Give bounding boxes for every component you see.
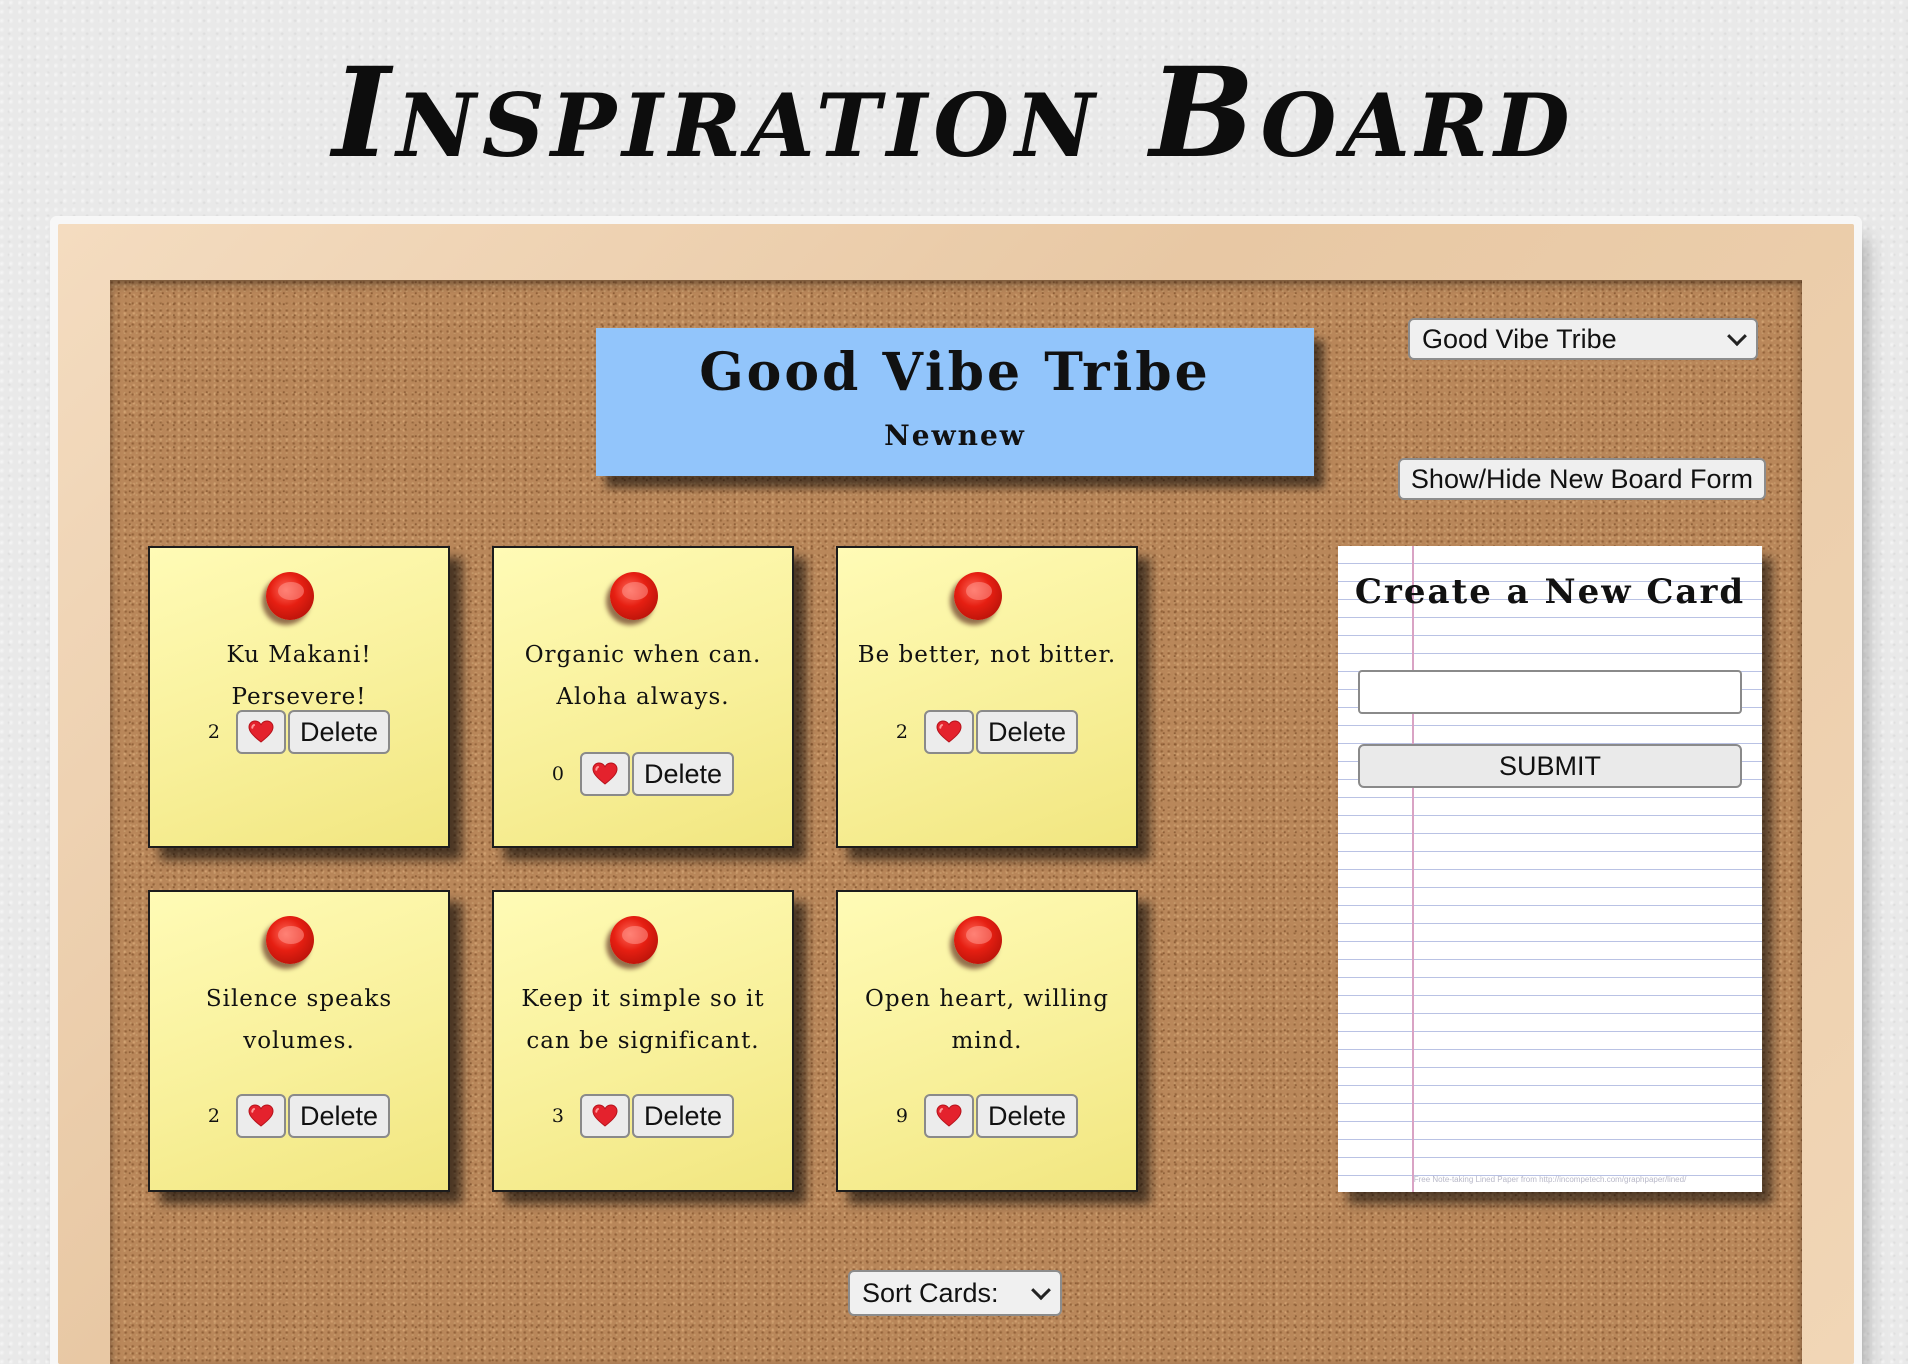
card-controls: 3 Delete <box>494 1094 792 1138</box>
card: Organic when can. Aloha always. 0 Delete <box>492 546 794 848</box>
pushpin-icon <box>610 572 658 620</box>
card-message: Organic when can. Aloha always. <box>524 642 762 710</box>
sort-cards-label: Sort Cards: <box>862 1277 999 1308</box>
like-button[interactable] <box>580 752 631 796</box>
pushpin-icon <box>610 916 658 964</box>
page-title: Inspiration Board <box>332 41 1576 186</box>
submit-button[interactable]: SUBMIT <box>1358 744 1742 788</box>
card: Ku Makani! Persevere! 2 Delete <box>148 546 450 848</box>
heart-icon <box>592 762 618 785</box>
card-message: Open heart, willing mind. <box>865 986 1109 1054</box>
card-controls: 0 Delete <box>494 752 792 796</box>
delete-card-button[interactable]: Delete <box>632 752 735 796</box>
card: Be better, not bitter. 2 Delete <box>836 546 1138 848</box>
like-button[interactable] <box>924 1094 975 1138</box>
delete-card-button[interactable]: Delete <box>288 710 391 754</box>
like-button[interactable] <box>580 1094 631 1138</box>
new-card-form: Create a New Card SUBMIT Free Note-takin… <box>1338 546 1762 1192</box>
delete-card-button[interactable]: Delete <box>288 1094 391 1138</box>
pushpin-icon <box>266 572 314 620</box>
card-message: Keep it simple so it can be significant. <box>521 986 765 1054</box>
board-header: Good Vibe Tribe Newnew <box>596 328 1314 476</box>
like-count: 2 <box>207 721 221 743</box>
board-select-value: Good Vibe Tribe <box>1422 323 1617 354</box>
card-message-input[interactable] <box>1358 670 1742 714</box>
toggle-new-board-form-button[interactable]: Show/Hide New Board Form <box>1398 458 1766 500</box>
like-button[interactable] <box>236 1094 287 1138</box>
delete-card-button[interactable]: Delete <box>976 710 1079 754</box>
card: Silence speaks volumes. 2 Delete <box>148 890 450 1192</box>
card-controls: 2 Delete <box>150 1094 448 1138</box>
board-select[interactable]: Good Vibe Tribe <box>1408 318 1758 360</box>
card: Keep it simple so it can be significant.… <box>492 890 794 1192</box>
delete-card-button[interactable]: Delete <box>632 1094 735 1138</box>
like-count: 2 <box>895 721 909 743</box>
chevron-down-icon <box>1727 326 1747 347</box>
card-controls: 2 Delete <box>150 710 448 754</box>
heart-icon <box>936 1104 962 1127</box>
card-message: Be better, not bitter. <box>857 642 1117 668</box>
heart-icon <box>248 1104 274 1127</box>
chevron-down-icon <box>1031 1280 1051 1301</box>
paper-credit: Free Note-taking Lined Paper from http:/… <box>1413 1175 1687 1184</box>
card-message: Ku Makani! Persevere! <box>226 642 372 710</box>
board-name: Good Vibe Tribe <box>699 342 1211 403</box>
card-controls: 9 Delete <box>838 1094 1136 1138</box>
heart-icon <box>592 1104 618 1127</box>
board-owner: Newnew <box>884 419 1026 452</box>
pushpin-icon <box>954 572 1002 620</box>
like-count: 9 <box>895 1105 909 1127</box>
like-button[interactable] <box>236 710 287 754</box>
delete-card-button[interactable]: Delete <box>976 1094 1079 1138</box>
pushpin-icon <box>266 916 314 964</box>
sort-cards-select[interactable]: Sort Cards: <box>848 1270 1062 1316</box>
like-count: 2 <box>207 1105 221 1127</box>
new-card-form-title: Create a New Card <box>1354 572 1746 612</box>
like-count: 3 <box>551 1105 565 1127</box>
like-count: 0 <box>551 763 565 785</box>
heart-icon <box>248 720 274 743</box>
heart-icon <box>936 720 962 743</box>
card-message: Silence speaks volumes. <box>205 986 393 1054</box>
pushpin-icon <box>954 916 1002 964</box>
card: Open heart, willing mind. 9 Delete <box>836 890 1138 1192</box>
like-button[interactable] <box>924 710 975 754</box>
card-controls: 2 Delete <box>838 710 1136 754</box>
